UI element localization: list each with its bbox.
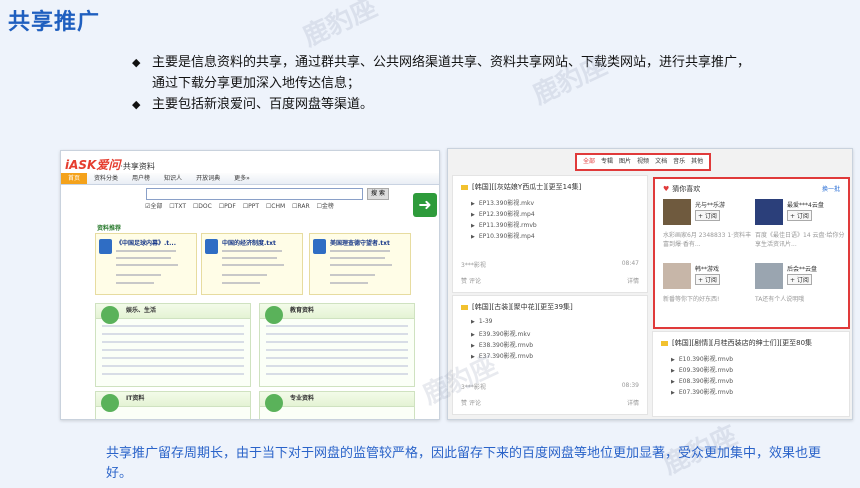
category-icon bbox=[101, 394, 119, 412]
share-card-title[interactable]: [韩国][剧情][月桂西装店的绅士们][更至80集 bbox=[661, 338, 812, 348]
iask-nav: 首页 资料分类 用户榜 知识人 开放词典 更多» bbox=[61, 173, 439, 185]
user-name[interactable]: 韩**游戏 bbox=[695, 264, 719, 273]
suggested-user[interactable]: 光与**乐游 + 订阅 水彩画家6月 2348833 1·资料丰富到爆·香有..… bbox=[663, 199, 757, 257]
detail-link[interactable]: 详情 bbox=[627, 398, 639, 407]
section-title[interactable]: IT资料 bbox=[96, 392, 250, 407]
rec-card-title: 中国的经济制度.txt bbox=[222, 240, 276, 247]
nav-item[interactable]: 知识人 bbox=[157, 173, 189, 184]
bullet-item: 主要是信息资料的共享，通过群共享、公共网络渠道共享、资料共享网站、下载类网站，进… bbox=[130, 52, 830, 73]
nav-item[interactable]: 开放词典 bbox=[189, 173, 227, 184]
share-card[interactable]: [韩国][剧情][月桂西装店的绅士们][更至80集 E10.390影视.rmvb… bbox=[652, 331, 850, 417]
follow-button[interactable]: + 订阅 bbox=[787, 210, 812, 221]
tab[interactable]: 其他 bbox=[691, 158, 703, 165]
tab[interactable]: 音乐 bbox=[673, 158, 685, 165]
file-item[interactable]: 1-39 bbox=[471, 318, 493, 325]
file-item[interactable]: E07.390影视.rmvb bbox=[671, 387, 733, 396]
rec-card[interactable]: 中国的经济制度.txt bbox=[201, 233, 303, 295]
file-item[interactable]: EP10.390影视.mp4 bbox=[471, 231, 535, 240]
bullet-item: 主要包括新浪爱问、百度网盘等渠道。 bbox=[130, 94, 830, 115]
file-item[interactable]: EP11.390影视.rmvb bbox=[471, 220, 537, 229]
rec-card-title: 美国理查德守望者.txt bbox=[330, 240, 390, 247]
pan-tabs: 全部 专辑 图片 视频 文档 音乐 其他 bbox=[575, 153, 712, 171]
iask-screenshot: iASK爱问·共享资料 首页 资料分类 用户榜 知识人 开放词典 更多» 搜 索 ☑全部 … bbox=[60, 150, 440, 420]
file-item[interactable]: EP13.390影视.mkv bbox=[471, 198, 534, 207]
file-item[interactable]: E09.390影视.rmvb bbox=[671, 365, 733, 374]
tab[interactable]: 图片 bbox=[619, 158, 631, 165]
guess-you-like-panel: 猜你喜欢 换一批 光与**乐游 + 订阅 水彩画家6月 2348833 1·资料… bbox=[653, 177, 850, 329]
detail-link[interactable]: 详情 bbox=[627, 276, 639, 285]
rec-card-title: 《中国足球内幕》.t... bbox=[116, 240, 176, 247]
nav-item[interactable]: 更多» bbox=[227, 173, 257, 184]
refresh-link[interactable]: 换一批 bbox=[822, 184, 840, 193]
section-title[interactable]: 专业资料 bbox=[260, 392, 414, 407]
category-section: 教育资料 bbox=[259, 303, 415, 387]
user-name[interactable]: 后会**云盘 bbox=[787, 264, 817, 273]
category-section: 专业资料 bbox=[259, 391, 415, 419]
user-desc: 水彩画家6月 2348833 1·资料丰富到爆·香有... bbox=[663, 232, 752, 248]
iask-search-input[interactable] bbox=[146, 188, 363, 200]
tab[interactable]: 文档 bbox=[655, 158, 667, 165]
follow-button[interactable]: + 订阅 bbox=[695, 210, 720, 221]
category-section: IT资料 bbox=[95, 391, 251, 419]
bullet-list: 主要是信息资料的共享，通过群共享、公共网络渠道共享、资料共享网站、下载类网站，进… bbox=[130, 52, 830, 115]
file-item[interactable]: E08.390影视.rmvb bbox=[671, 376, 733, 385]
document-icon bbox=[205, 239, 218, 254]
page-title: 共享推广 bbox=[8, 10, 101, 35]
iask-filter-options[interactable]: ☑全部 ☐TXT ☐DOC ☐PDF ☐PPT ☐CHM ☐RAR ☐金榜 bbox=[145, 201, 334, 210]
iask-search-button[interactable]: 搜 索 bbox=[367, 188, 389, 200]
pan-screenshot: 全部专辑图片视频文档音乐其他 [韩国][[灰姑娘Y西瓜士][更至14集] EP1… bbox=[447, 148, 853, 420]
section-title[interactable]: 教育资料 bbox=[260, 304, 414, 319]
summary-text: 共享推广留存周期长，由于当下对于网盘的监管较严格，因此留存下来的百度网盘等地位更… bbox=[106, 446, 822, 481]
rec-card[interactable]: 《中国足球内幕》.t... bbox=[95, 233, 197, 295]
nav-item[interactable]: 用户榜 bbox=[125, 173, 157, 184]
avatar bbox=[663, 263, 691, 289]
file-item[interactable]: E39.390影视.mkv bbox=[471, 329, 531, 338]
user-name[interactable]: 光与**乐游 bbox=[695, 200, 725, 209]
avatar bbox=[755, 199, 783, 225]
share-card-title[interactable]: [韩国][古装][聚中花][更至39集] bbox=[461, 302, 573, 312]
suggested-user[interactable]: 最爱***4云盘 + 订阅 百度《最佳日语》14 云盘·给你分享生活资讯片... bbox=[755, 199, 849, 257]
follow-button[interactable]: + 订阅 bbox=[695, 274, 720, 285]
share-time: 08:47 bbox=[621, 260, 639, 267]
section-title[interactable]: 娱乐、生活 bbox=[96, 304, 250, 319]
user-desc: 新番等你下的好东西! bbox=[663, 296, 720, 303]
share-card-title[interactable]: [韩国][[灰姑娘Y西瓜士][更至14集] bbox=[461, 182, 581, 192]
suggested-user[interactable]: 后会**云盘 + 订阅 TA还有个人说明哦 bbox=[755, 263, 849, 321]
category-section: 娱乐、生活 bbox=[95, 303, 251, 387]
user-name[interactable]: 最爱***4云盘 bbox=[787, 200, 824, 209]
arrow-icon: ➜ bbox=[413, 193, 437, 217]
user-desc: TA还有个人说明哦 bbox=[755, 296, 805, 303]
category-icon bbox=[265, 394, 283, 412]
guess-title: 猜你喜欢 bbox=[663, 184, 700, 194]
tab[interactable]: 视频 bbox=[637, 158, 649, 165]
avatar bbox=[755, 263, 783, 289]
avatar bbox=[663, 199, 691, 225]
user-desc: 百度《最佳日语》14 云盘·给你分享生活资讯片... bbox=[755, 232, 845, 248]
file-item[interactable]: E10.390影视.rmvb bbox=[671, 354, 733, 363]
category-icon bbox=[101, 306, 119, 324]
recommend-title: 资料推荐 bbox=[97, 225, 122, 232]
tab-all[interactable]: 全部 bbox=[583, 158, 595, 165]
nav-item-home[interactable]: 首页 bbox=[61, 173, 88, 184]
document-icon bbox=[313, 239, 326, 254]
tab[interactable]: 专辑 bbox=[601, 158, 613, 165]
watermark: 鹿豹座 bbox=[298, 0, 382, 53]
category-icon bbox=[265, 306, 283, 324]
bullet-continuation: 通过下载分享更加深入地传达信息； bbox=[152, 76, 361, 91]
follow-button[interactable]: + 订阅 bbox=[787, 274, 812, 285]
share-user[interactable]: 3***影视 bbox=[461, 260, 486, 269]
nav-item[interactable]: 资料分类 bbox=[87, 173, 125, 184]
share-time: 08:39 bbox=[621, 382, 639, 389]
share-card[interactable]: [韩国][[灰姑娘Y西瓜士][更至14集] EP13.390影视.mkv EP1… bbox=[452, 175, 648, 293]
iask-logo: iASK爱问·共享资料 bbox=[65, 158, 155, 172]
document-icon bbox=[99, 239, 112, 254]
like-button[interactable]: 赞 评论 bbox=[461, 398, 481, 407]
file-item[interactable]: EP12.390影视.mp4 bbox=[471, 209, 535, 218]
suggested-user[interactable]: 韩**游戏 + 订阅 新番等你下的好东西! bbox=[663, 263, 757, 321]
rec-card[interactable]: 美国理查德守望者.txt bbox=[309, 233, 411, 295]
like-button[interactable]: 赞 评论 bbox=[461, 276, 481, 285]
